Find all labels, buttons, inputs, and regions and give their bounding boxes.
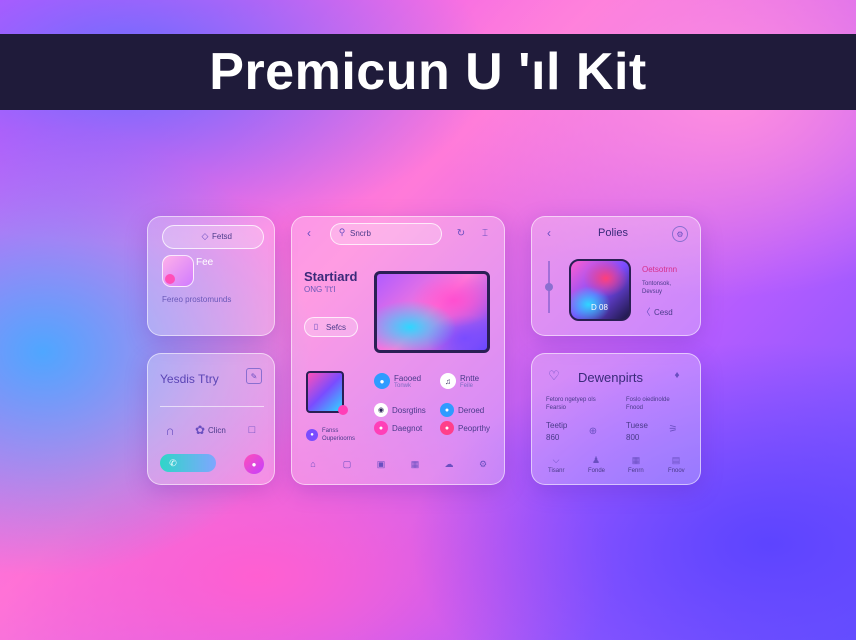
list-item-5-title: Daegnot [392, 424, 423, 433]
card4-detail-title: Oetsotrnn [642, 265, 678, 274]
card4-settings-icon[interactable]: ⚙ [672, 226, 688, 242]
main-app-card: ‹ ⚲ Sncrb ↻ ⌶ Startiard ONG 'I't'I ▯ Sef… [291, 216, 505, 485]
card4-detail-line-2: Devsuy [642, 289, 663, 295]
volume-slider-knob[interactable] [545, 283, 553, 291]
album-badge [338, 405, 348, 415]
hero-artwork [374, 271, 490, 353]
stat-2-icon: ⚞ [668, 423, 678, 435]
stat-1-icon: ⊕ [588, 425, 598, 437]
back-arrow-icon[interactable]: ‹ [302, 226, 316, 240]
stat-1-mid: Teetip [546, 421, 568, 430]
footer-item-icon[interactable]: ● [306, 429, 318, 441]
stats-card: ♡ Dewenpirts ♦ Fetoro ngetyep ols Fearsi… [531, 353, 701, 485]
footer-tab-2-label: Fonde [588, 468, 606, 474]
list-item-3-icon[interactable]: ◉ [374, 403, 388, 417]
card4-detail-line-1: Tontonsok, [642, 281, 672, 287]
stat-2-top: Foslo oiedinolde [626, 397, 670, 403]
small-label-1: Fearsio [546, 405, 567, 411]
artwork-text: D 08 [591, 303, 608, 312]
footer-tab-2-icon[interactable]: ♟ [590, 454, 602, 466]
list-item-2-sub: Feile [460, 383, 474, 389]
doc-icon: ▯ [313, 321, 319, 331]
footer-tab-1-label: Tisanr [548, 468, 565, 474]
edit-icon[interactable]: ✎ [246, 368, 262, 384]
footer-tab-4-icon[interactable]: ▤ [670, 454, 682, 466]
footer-tab-1-icon[interactable]: ⌵ [550, 454, 562, 466]
volume-slider[interactable] [545, 261, 553, 313]
share-icon[interactable]: 〈 [640, 305, 652, 317]
heart-icon[interactable]: ♡ [546, 368, 562, 384]
settings-card: Yesdis Ttry ✎ ∩ ✿ Clicn □ ✆ ● [147, 353, 275, 485]
list-item-5-icon[interactable]: ● [374, 421, 388, 435]
title-banner: Premicun U 'ıl Kit [0, 34, 856, 110]
list-item-1-sub: Tonwk [394, 383, 412, 389]
record-button[interactable]: ● [244, 454, 264, 474]
magnet-icon[interactable]: ∩ [162, 422, 178, 438]
mic-icon[interactable]: ⌶ [478, 226, 492, 240]
album-thumbnail[interactable] [306, 371, 348, 415]
album-artwork: D 08 [569, 259, 631, 321]
card4-title: Polies [598, 227, 628, 239]
card2-divider [160, 406, 264, 407]
select-button-label: Sefcs [326, 323, 347, 332]
card2-item-label: Clicn [208, 426, 226, 435]
globe-icon[interactable]: ✿ [192, 422, 208, 438]
list-item-4-title: Deroed [458, 406, 485, 415]
stat-2-mid: Tuese [626, 421, 648, 430]
footer-tab-3-label: Fenrn [628, 468, 644, 474]
list-item-2-icon[interactable]: ♫ [440, 373, 456, 389]
nav-grid-icon[interactable]: ▦ [408, 457, 422, 471]
search-icon: ⚲ [338, 226, 346, 237]
card3-search-label: Sncrb [350, 229, 371, 238]
avatar-status-dot [165, 274, 175, 284]
stat-2-bottom: 800 [626, 433, 640, 442]
footer-tab-3-icon[interactable]: ▦ [630, 454, 642, 466]
phone-icon: ✆ [169, 457, 177, 468]
list-item-1-icon[interactable]: ● [374, 373, 390, 389]
footer-item-sub: Ouperioorns [322, 436, 356, 442]
card2-title: Yesdis Ttry [160, 372, 219, 386]
footer-item-title: Fanss [322, 428, 339, 434]
card3-heading: Startiard [304, 269, 358, 284]
chat-icon[interactable]: □ [244, 422, 260, 438]
avatar[interactable] [162, 255, 194, 287]
list-item-6-icon[interactable]: ● [440, 421, 454, 435]
card5-tag-icon[interactable]: ♦ [670, 368, 684, 382]
banner-title: Premicun U 'ıl Kit [209, 43, 647, 101]
nav-home-icon[interactable]: ⌂ [306, 457, 320, 471]
refresh-icon[interactable]: ↻ [454, 226, 468, 240]
bell-icon: ◇ [201, 230, 209, 241]
card1-caption: Fereo prostomunds [162, 295, 232, 304]
player-card: ‹ Polies ⚙ D 08 Oetsotrnn Tontonsok, Dev… [531, 216, 701, 336]
card4-back-icon[interactable]: ‹ [542, 226, 556, 240]
list-item-3-title: Dosrgtins [392, 406, 426, 415]
nav-settings-icon[interactable]: ⚙ [476, 457, 490, 471]
nav-save-icon[interactable]: ▢ [340, 457, 354, 471]
footer-tab-4-label: Fnoov [668, 468, 685, 474]
list-item-4-icon[interactable]: ● [440, 403, 454, 417]
card4-action-label: Cesd [654, 308, 673, 317]
card5-title: Dewenpirts [578, 370, 644, 385]
call-toggle[interactable]: ✆ [160, 454, 216, 472]
list-item-1-title: Faooed [394, 374, 422, 383]
nav-media-icon[interactable]: ▣ [374, 457, 388, 471]
list-item-6-title: Peoprthy [458, 424, 491, 433]
stat-1-bottom: 860 [546, 433, 560, 442]
card1-name: Fee [196, 257, 214, 268]
profile-card: ◇ Fetsd Fee Fereo prostomunds [147, 216, 275, 336]
card3-subheading: ONG 'I't'I [304, 285, 336, 294]
card1-search-label: Fetsd [212, 232, 233, 241]
nav-cloud-icon[interactable]: ☁ [442, 457, 456, 471]
small-label-2: Fnood [626, 405, 644, 411]
stat-1-top: Fetoro ngetyep ols [546, 397, 596, 403]
list-item-2-title: Rntte [460, 374, 480, 383]
